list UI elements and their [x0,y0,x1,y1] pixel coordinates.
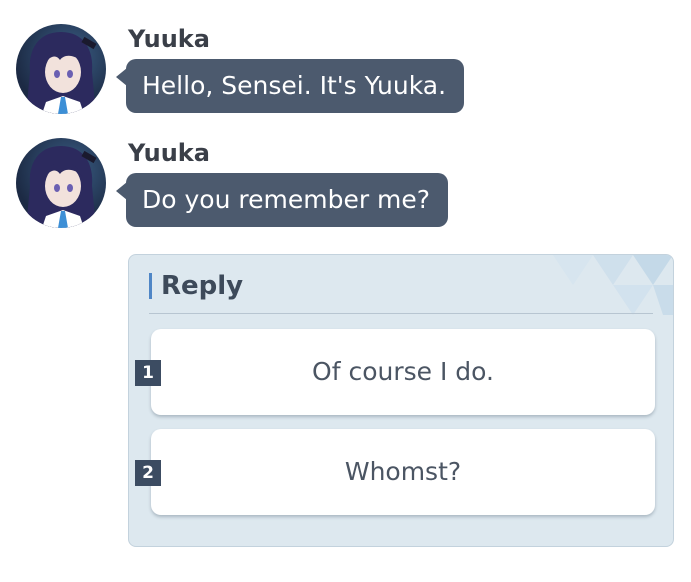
reply-title-accent [149,273,152,299]
sender-name: Yuuka [128,25,210,53]
avatar [16,24,106,114]
reply-panel: Reply Of course I do. 1 Whomst? 2 [128,254,674,547]
message-bubble: Hello, Sensei. It's Yuuka. [126,59,465,113]
sender-name: Yuuka [128,139,210,167]
reply-title: Reply [161,271,244,301]
reply-option-2[interactable]: Whomst? [151,429,655,515]
option-number-badge: 2 [135,460,161,486]
reply-option-1[interactable]: Of course I do. [151,329,655,415]
divider [149,313,653,314]
panel-decoration [553,255,673,315]
message-bubble: Do you remember me? [126,173,449,227]
option-number-badge: 1 [135,360,161,386]
avatar [16,138,106,228]
